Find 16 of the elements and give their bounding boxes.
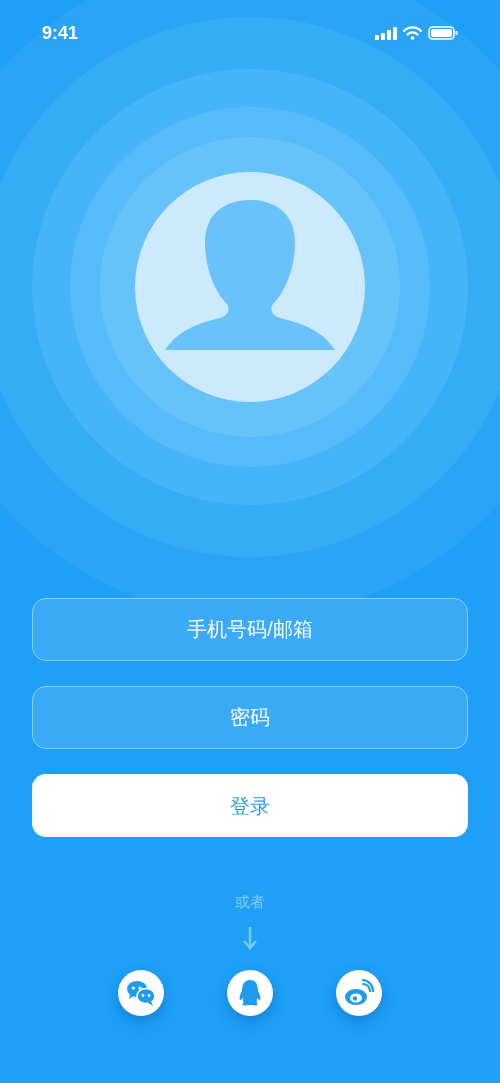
arrow-down-icon	[242, 925, 258, 950]
login-button[interactable]: 登录	[32, 774, 468, 837]
chat-bubbles-icon	[126, 978, 156, 1007]
input-field[interactable]: 密码	[32, 686, 468, 749]
status-time: 9:41	[42, 21, 79, 45]
social-login-button[interactable]	[118, 969, 164, 1016]
divider-text: 或者	[235, 892, 265, 912]
wifi-icon	[403, 26, 422, 40]
signal-icon	[375, 26, 397, 40]
avatar-silhouette-icon	[135, 172, 365, 402]
social-login-button[interactable]	[227, 969, 273, 1016]
eye-logo-icon	[344, 978, 374, 1007]
social-login-button[interactable]	[336, 969, 382, 1016]
penguin-icon	[238, 978, 262, 1007]
input-field[interactable]: 手机号码/邮箱	[32, 598, 468, 661]
battery-icon	[428, 26, 458, 40]
